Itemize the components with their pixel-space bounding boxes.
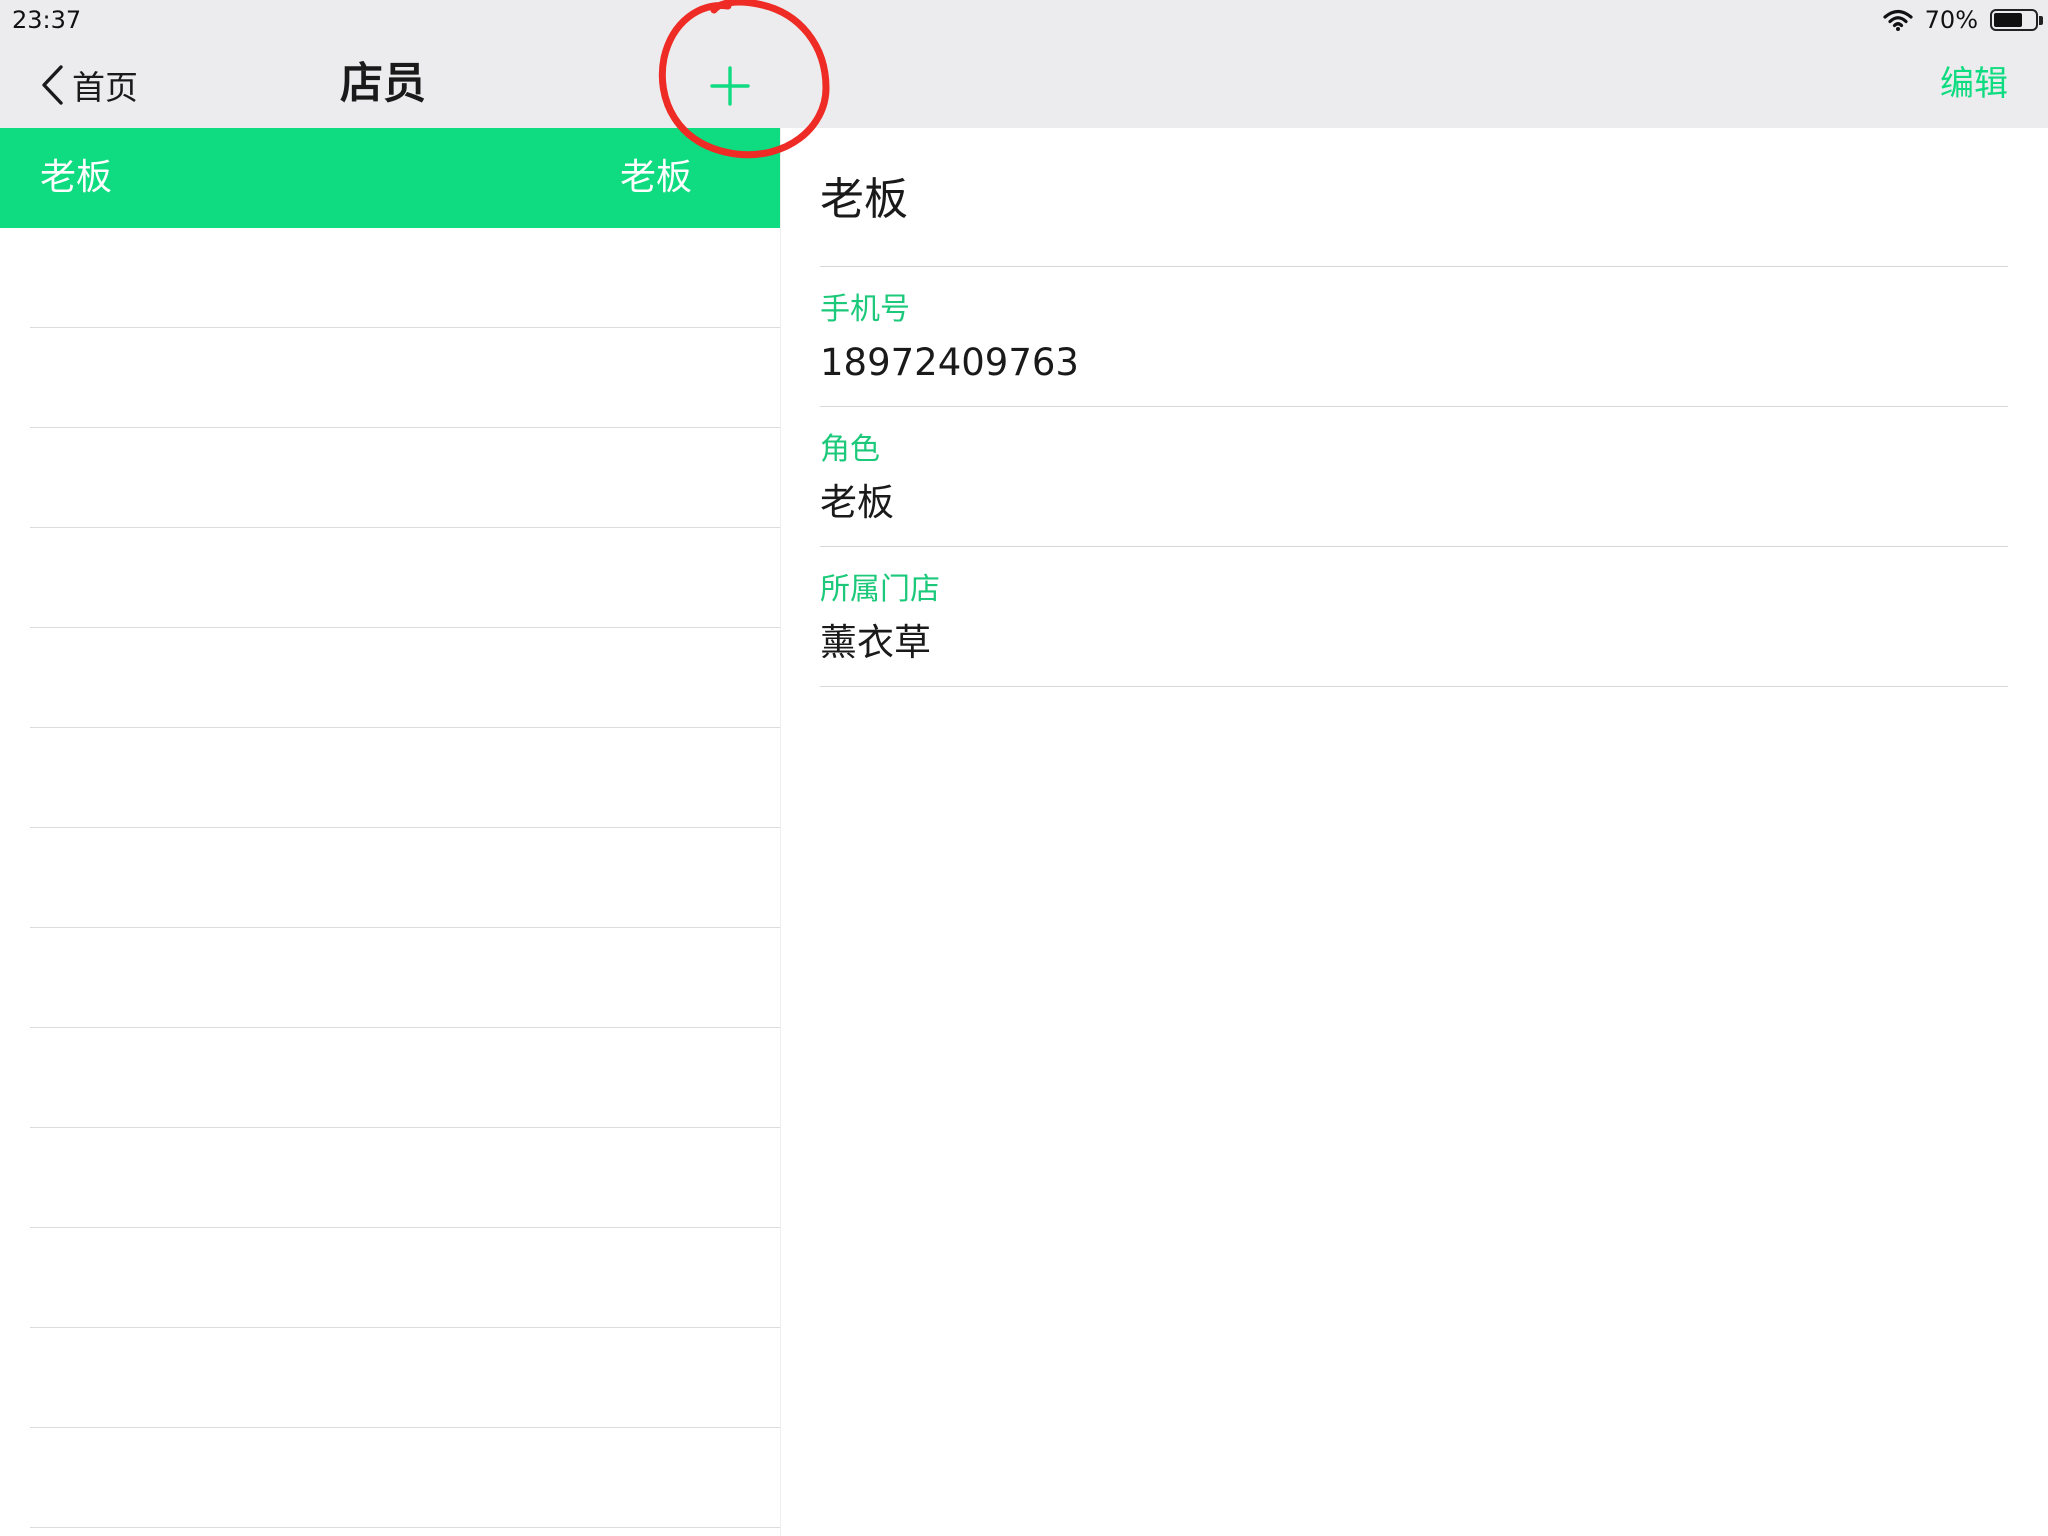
wifi-icon <box>1883 9 1913 31</box>
list-divider <box>30 1427 780 1428</box>
edit-button[interactable]: 编辑 <box>1940 60 2008 108</box>
list-divider <box>30 927 780 928</box>
detail-name: 老板 <box>820 174 908 225</box>
phone-label: 手机号 <box>820 292 910 327</box>
detail-divider <box>820 546 2008 547</box>
list-divider <box>30 1027 780 1028</box>
detail-divider <box>820 266 2008 267</box>
role-label: 角色 <box>820 432 880 467</box>
list-divider <box>30 1227 780 1228</box>
status-time: 23:37 <box>12 6 82 34</box>
battery-cap <box>2039 16 2043 25</box>
list-divider <box>30 827 780 828</box>
staff-row-selected[interactable]: 老板 老板 <box>0 128 780 228</box>
store-label: 所属门店 <box>820 572 940 607</box>
status-right: 70% <box>1883 4 2043 36</box>
page-title: 店员 <box>340 59 426 109</box>
staff-role: 老板 <box>619 157 692 198</box>
phone-value: 18972409763 <box>820 341 1079 384</box>
panel-divider <box>780 128 781 1536</box>
list-divider <box>30 727 780 728</box>
back-button[interactable]: 首页 <box>38 60 138 110</box>
store-value: 薰衣草 <box>820 621 931 664</box>
battery-percent: 70% <box>1924 6 1978 34</box>
list-divider <box>30 1127 780 1128</box>
back-label: 首页 <box>72 68 138 107</box>
list-divider <box>30 1527 780 1528</box>
plus-icon <box>710 66 750 106</box>
detail-divider <box>820 406 2008 407</box>
chevron-left-icon <box>42 65 63 105</box>
list-divider <box>30 1327 780 1328</box>
list-divider <box>30 327 780 328</box>
list-divider <box>30 527 780 528</box>
add-staff-button[interactable] <box>700 56 760 116</box>
battery-icon <box>1990 9 2043 31</box>
battery-fill <box>1994 13 2022 27</box>
list-divider <box>30 627 780 628</box>
top-bar: 23:37 70% 首页 店员 编辑 <box>0 0 2048 128</box>
staff-name: 老板 <box>40 157 113 198</box>
staff-list: 老板 老板 <box>0 128 780 1536</box>
role-value: 老板 <box>820 481 894 524</box>
list-divider <box>30 427 780 428</box>
detail-divider <box>820 686 2008 687</box>
